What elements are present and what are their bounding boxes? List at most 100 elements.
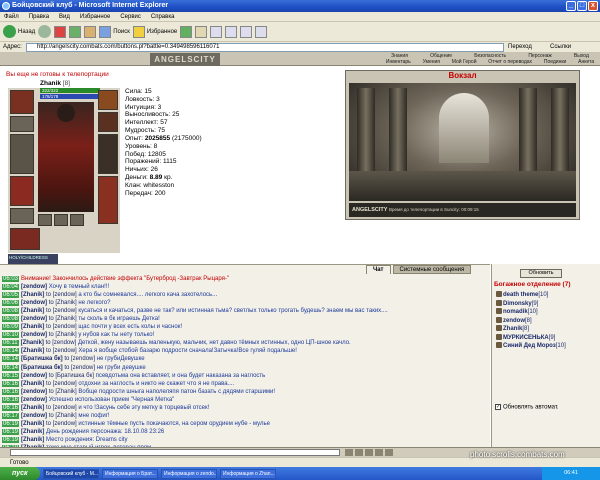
- auto-update[interactable]: ✓ Обновлять автомат.: [495, 404, 559, 411]
- room-player-name[interactable]: Zhanik: [503, 326, 522, 332]
- menu-edit[interactable]: Правка: [29, 12, 49, 21]
- chat-timestamp[interactable]: 06:03: [2, 276, 20, 282]
- menu-file[interactable]: Файл: [4, 12, 19, 21]
- chat-timestamp[interactable]: 06:06: [2, 300, 20, 307]
- room-player-name[interactable]: Dimonsky: [503, 301, 532, 307]
- chat-recipient[interactable]: to [zendow]: [64, 356, 96, 362]
- chat-recipient[interactable]: to [Zhanik]: [49, 332, 79, 338]
- mail-icon[interactable]: [195, 25, 208, 38]
- chat-timestamp[interactable]: 06:08: [2, 316, 20, 323]
- menu-view[interactable]: Вид: [59, 12, 70, 21]
- menu-help[interactable]: Справка: [151, 12, 175, 21]
- chat-timestamp[interactable]: 06:15: [2, 372, 20, 379]
- taskbar-item[interactable]: Информация о Zhan...: [220, 468, 276, 479]
- taskbar-item[interactable]: Информация о Брат...: [102, 468, 158, 479]
- chat-recipient[interactable]: to [zendow]: [46, 421, 78, 427]
- taskbar-item[interactable]: Информация о zendo...: [161, 468, 217, 479]
- address-input[interactable]: http://angelscity.combats.com/buttons.pl…: [26, 43, 504, 52]
- chat-recipient[interactable]: to [Zhanik]: [49, 316, 79, 322]
- clear-icon[interactable]: [355, 449, 363, 456]
- chat-author[interactable]: [Zhanik]: [21, 405, 46, 411]
- filter-icon[interactable]: [375, 449, 383, 456]
- menu-favorites[interactable]: Избранное: [80, 12, 110, 21]
- chat-timestamp[interactable]: 06:19: [2, 420, 20, 427]
- chat-author[interactable]: [Братишка бк]: [21, 365, 64, 371]
- room-player[interactable]: Синий Дед Мороз[10]: [496, 342, 566, 351]
- helmet-slot[interactable]: [10, 90, 34, 114]
- chat-author[interactable]: [Братишка бк]: [21, 356, 64, 362]
- chat-timestamp[interactable]: 06:08: [2, 308, 20, 315]
- chat-author[interactable]: [Zhanik]: [21, 324, 46, 330]
- chat-recipient[interactable]: to [zendow]: [46, 348, 78, 354]
- scroll-icon[interactable]: [385, 449, 393, 456]
- chat-author[interactable]: [zendow]: [21, 300, 49, 306]
- room-player-name[interactable]: Синий Дед Мороз: [503, 343, 556, 349]
- chat-author[interactable]: [zendow]: [21, 332, 49, 338]
- nav-skills[interactable]: Умения: [423, 59, 440, 65]
- room-player[interactable]: death theme[10]: [496, 291, 566, 300]
- chat-recipient[interactable]: to [zendow]: [46, 405, 78, 411]
- rune-slot-2[interactable]: [54, 214, 68, 226]
- chat-timestamp[interactable]: 06:16: [2, 396, 20, 403]
- shield-slot[interactable]: [98, 134, 118, 174]
- chat-timestamp[interactable]: 06:09: [2, 324, 20, 331]
- room-player-name[interactable]: МУРКИСЕНЬКА: [503, 335, 549, 341]
- chat-author[interactable]: [zendow]: [21, 316, 49, 322]
- chat-timestamp[interactable]: 06:16: [2, 404, 20, 411]
- auto-update-checkbox[interactable]: ✓: [495, 404, 501, 410]
- minimize-button[interactable]: _: [566, 1, 576, 11]
- room-player[interactable]: nomadik[10]: [496, 308, 566, 317]
- chat-timestamp[interactable]: 06:19: [2, 436, 20, 443]
- boots-slot[interactable]: [98, 176, 118, 224]
- search-button[interactable]: Поиск: [99, 25, 130, 38]
- stop-icon[interactable]: [54, 25, 67, 38]
- tab-chat[interactable]: Чат: [366, 265, 391, 274]
- chat-timestamp[interactable]: 06:16: [2, 388, 20, 395]
- player-name[interactable]: Zhanik: [40, 80, 61, 87]
- chat-author[interactable]: [zendow]: [21, 389, 49, 395]
- gloves-slot[interactable]: [98, 112, 118, 132]
- maximize-button[interactable]: □: [577, 1, 587, 11]
- room-player-name[interactable]: zendow: [503, 318, 525, 324]
- chat-author[interactable]: [zendow]: [21, 397, 49, 403]
- rune-slot-3[interactable]: [70, 214, 84, 226]
- chat-timestamp[interactable]: 06:10: [2, 332, 20, 339]
- room-player-name[interactable]: death theme: [503, 292, 538, 298]
- nav-inventory[interactable]: Инвентарь: [386, 59, 411, 65]
- chat-author[interactable]: [zendow]: [21, 373, 49, 379]
- chat-timestamp[interactable]: 06:14: [2, 364, 20, 371]
- room-player[interactable]: МУРКИСЕНЬКА[9]: [496, 333, 566, 343]
- chat-recipient[interactable]: to [zendow]: [46, 292, 78, 298]
- room-player[interactable]: zendow[8]: [496, 316, 566, 326]
- refresh-icon[interactable]: [69, 25, 82, 38]
- nav-transfer-report[interactable]: Отчет о переводах: [488, 59, 532, 65]
- chat-recipient[interactable]: to [zendow]: [46, 381, 78, 387]
- home-icon[interactable]: [84, 25, 97, 38]
- room-player[interactable]: Dimonsky[9]: [496, 299, 566, 309]
- ring-slot-1[interactable]: [98, 90, 118, 110]
- links-button[interactable]: Ссылки: [550, 42, 571, 53]
- chat-recipient[interactable]: to [Zhanik]: [49, 389, 79, 395]
- nav-my-hero[interactable]: Мой Герой: [452, 59, 477, 65]
- smiles-icon[interactable]: [365, 449, 373, 456]
- chat-timestamp[interactable]: 06:14: [2, 356, 20, 363]
- chat-recipient[interactable]: to [zendow]: [46, 324, 78, 330]
- chat-recipient[interactable]: to [zendow]: [46, 308, 78, 314]
- chat-author[interactable]: [Zhanik]: [21, 421, 46, 427]
- chat-author[interactable]: [Zhanik]: [21, 437, 46, 443]
- history-icon[interactable]: [180, 25, 193, 38]
- nav-profile[interactable]: Анкета: [578, 59, 594, 65]
- send-icon[interactable]: [345, 449, 353, 456]
- menu-tools[interactable]: Сервис: [120, 12, 141, 21]
- edit-icon[interactable]: [225, 25, 238, 38]
- weapon-slot[interactable]: [10, 134, 34, 174]
- nav-battles[interactable]: Поединки: [544, 59, 567, 65]
- print-icon[interactable]: [210, 25, 223, 38]
- amulet-slot[interactable]: [10, 116, 34, 132]
- chat-author[interactable]: [Zhanik]: [21, 348, 46, 354]
- forward-button[interactable]: [38, 25, 52, 38]
- chat-recipient[interactable]: to [Zhanik]: [49, 300, 79, 306]
- chat-author[interactable]: [Zhanik]: [21, 340, 46, 346]
- chat-timestamp[interactable]: 06:11: [2, 340, 19, 347]
- favorites-button[interactable]: Избранное: [132, 25, 177, 38]
